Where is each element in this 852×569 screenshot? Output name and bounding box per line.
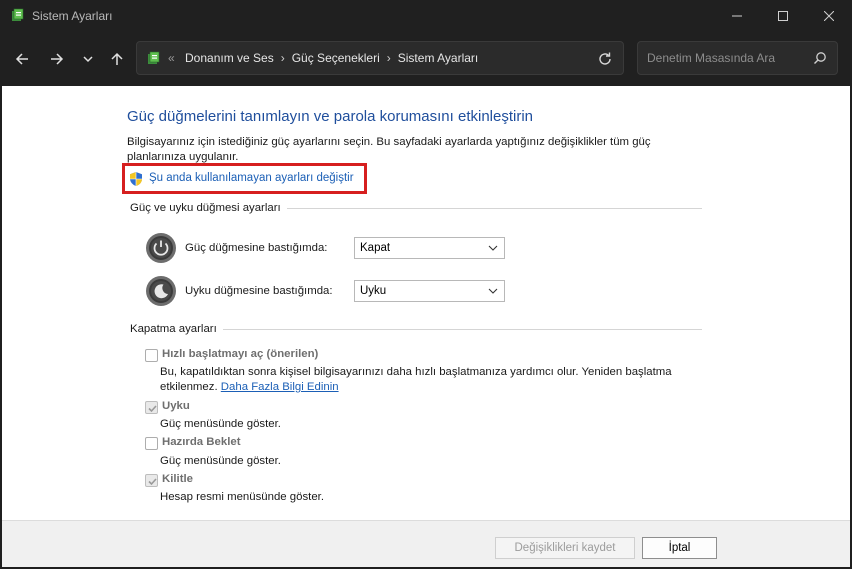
power-button-action-select[interactable]: Kapat bbox=[354, 237, 505, 259]
window-title: Sistem Ayarları bbox=[32, 9, 113, 23]
recent-locations-button[interactable] bbox=[74, 46, 102, 72]
content-pane: Güç düğmelerini tanımlayın ve parola kor… bbox=[2, 86, 844, 520]
fast-startup-label: Hızlı başlatmayı aç (önerilen) bbox=[162, 348, 319, 360]
power-button-action-value: Kapat bbox=[360, 242, 391, 254]
change-unavailable-settings-link[interactable]: Şu anda kullanılamayan ayarları değiştir bbox=[149, 172, 354, 184]
sleep-button-label: Uyku düğmesine bastığımda: bbox=[185, 285, 333, 297]
cancel-button[interactable]: İptal bbox=[642, 537, 717, 559]
page-description: Bilgisayarınız için istediğiniz güç ayar… bbox=[127, 136, 651, 163]
learn-more-link[interactable]: Daha Fazla Bilgi Edinin bbox=[221, 381, 339, 393]
power-button-label: Güç düğmesine bastığımda: bbox=[185, 242, 328, 254]
save-changes-button[interactable]: Değişiklikleri kaydet bbox=[495, 537, 635, 559]
arrow-left-icon bbox=[15, 53, 28, 65]
uac-shield-icon bbox=[130, 172, 142, 186]
lock-label: Kilitle bbox=[162, 473, 194, 485]
control-panel-icon bbox=[12, 8, 24, 21]
hibernate-description: Güç menüsünde göster. bbox=[160, 455, 281, 467]
navigation-bar: « Donanım ve Ses › Güç Seçenekleri › Sis… bbox=[0, 32, 852, 86]
sleep-button-action-value: Uyku bbox=[360, 285, 387, 297]
breadcrumb-item-hardware-sound[interactable]: Donanım ve Ses bbox=[185, 51, 274, 65]
breadcrumb-item-system-settings[interactable]: Sistem Ayarları bbox=[398, 51, 478, 65]
title-bar: Sistem Ayarları bbox=[0, 0, 852, 32]
breadcrumb: Donanım ve Ses › Güç Seçenekleri › Siste… bbox=[185, 51, 478, 65]
breadcrumb-item-power-options[interactable]: Güç Seçenekleri bbox=[292, 51, 380, 65]
sleep-button-icon bbox=[146, 276, 176, 306]
power-group-title: Güç ve uyku düğmesi ayarları bbox=[130, 202, 287, 214]
search-box bbox=[637, 41, 838, 75]
page-title: Güç düğmelerini tanımlayın ve parola kor… bbox=[127, 108, 534, 125]
hibernate-checkbox[interactable] bbox=[145, 437, 158, 450]
breadcrumb-separator-icon[interactable]: › bbox=[281, 51, 285, 65]
sleep-checkbox[interactable] bbox=[145, 401, 158, 414]
up-button[interactable] bbox=[103, 46, 131, 72]
power-button-icon bbox=[146, 233, 176, 263]
forward-button[interactable] bbox=[43, 46, 71, 72]
chevron-down-icon bbox=[83, 56, 93, 63]
maximize-button[interactable] bbox=[760, 0, 806, 32]
back-button[interactable] bbox=[8, 46, 36, 72]
arrow-right-icon bbox=[51, 53, 64, 65]
sleep-button-action-select[interactable]: Uyku bbox=[354, 280, 505, 302]
checkmark-icon bbox=[148, 478, 157, 486]
search-input[interactable] bbox=[638, 42, 808, 74]
lock-checkbox[interactable] bbox=[145, 474, 158, 487]
minimize-icon bbox=[732, 15, 742, 17]
sleep-description: Güç menüsünde göster. bbox=[160, 418, 281, 430]
breadcrumb-overflow[interactable]: « bbox=[168, 51, 175, 65]
control-panel-icon bbox=[148, 51, 160, 64]
footer-bar: Değişiklikleri kaydet İptal bbox=[2, 520, 850, 567]
breadcrumb-separator-icon[interactable]: › bbox=[387, 51, 391, 65]
fast-startup-description: Bu, kapatıldıktan sonra kişisel bilgisay… bbox=[160, 365, 700, 395]
refresh-icon[interactable] bbox=[597, 51, 613, 67]
checkmark-icon bbox=[148, 405, 157, 413]
close-icon bbox=[824, 11, 834, 21]
chevron-down-icon bbox=[488, 288, 498, 294]
hibernate-label: Hazırda Beklet bbox=[162, 436, 241, 448]
search-icon[interactable] bbox=[813, 51, 827, 65]
sleep-label: Uyku bbox=[162, 400, 190, 412]
shutdown-group-title: Kapatma ayarları bbox=[130, 323, 223, 335]
chevron-down-icon bbox=[488, 245, 498, 251]
fast-startup-checkbox[interactable] bbox=[145, 349, 158, 362]
minimize-button[interactable] bbox=[714, 0, 760, 32]
address-bar[interactable]: « Donanım ve Ses › Güç Seçenekleri › Sis… bbox=[136, 41, 624, 75]
lock-description: Hesap resmi menüsünde göster. bbox=[160, 491, 324, 503]
arrow-up-icon bbox=[111, 52, 123, 65]
maximize-icon bbox=[778, 11, 788, 21]
close-button[interactable] bbox=[806, 0, 852, 32]
